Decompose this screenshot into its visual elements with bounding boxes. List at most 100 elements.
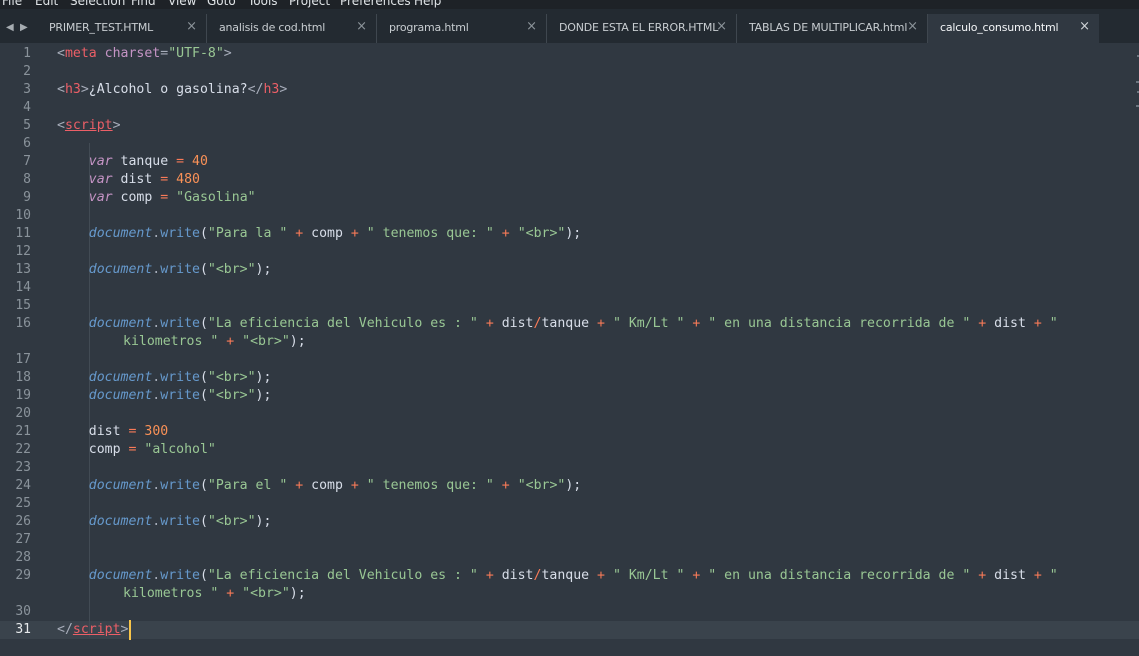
token: ); (565, 478, 582, 493)
close-icon[interactable]: × (716, 19, 727, 34)
token: document (88, 478, 153, 493)
token: 300 (144, 424, 169, 439)
token: + (1033, 568, 1042, 583)
token: write (160, 262, 200, 277)
token: 480 (176, 172, 200, 187)
token: = (160, 46, 169, 61)
token: dist (994, 568, 1026, 583)
menu-help[interactable]: Help (414, 0, 441, 8)
token: "Gasolina" (176, 190, 256, 205)
menu-find[interactable]: Find (131, 0, 156, 8)
tab-calculo-consumo[interactable]: calculo_consumo.html × (928, 14, 1099, 43)
token: write (160, 316, 200, 331)
token: < (57, 118, 65, 133)
token: + (692, 568, 701, 583)
token: document (88, 514, 153, 529)
token: document (88, 388, 153, 403)
token: ( (199, 514, 208, 529)
menu-project[interactable]: Project (289, 0, 330, 8)
token: ); (255, 262, 272, 277)
token: comp (120, 190, 153, 205)
close-icon[interactable]: × (356, 19, 367, 34)
menu-tools[interactable]: Tools (248, 0, 278, 8)
close-icon[interactable]: × (526, 19, 537, 34)
token: "La eficiencia del Vehiculo es : " (207, 568, 478, 583)
code-line-16: document.write("La eficiencia del Vehicu… (57, 315, 1058, 333)
menu-goto[interactable]: Goto (207, 0, 236, 8)
token: + (295, 226, 304, 241)
token: " (1049, 316, 1058, 331)
token: ¿Alcohol o gasolina? (88, 82, 248, 97)
token: + (485, 316, 494, 331)
token: write (160, 370, 200, 385)
tab-donde-esta-el-error[interactable]: DONDE ESTA EL ERROR.HTML × (547, 14, 737, 43)
code-line-29: document.write("La eficiencia del Vehicu… (57, 567, 1058, 585)
close-icon[interactable]: × (1079, 19, 1090, 34)
token: "La eficiencia del Vehiculo es : " (207, 316, 478, 331)
close-icon[interactable]: × (186, 19, 197, 34)
token: > (80, 82, 89, 97)
menu-selection[interactable]: Selection (70, 0, 125, 8)
token: document (88, 370, 153, 385)
code-line-1: <meta charset="UTF-8"> (57, 45, 232, 63)
token: dist (501, 568, 534, 583)
token: var (88, 172, 113, 187)
tab-label: TABLAS DE MULTIPLICAR.html (749, 21, 908, 34)
token: dist (120, 172, 153, 187)
token: write (160, 478, 200, 493)
code-line-24: document.write("Para el " + comp + " ten… (57, 477, 581, 495)
token: dist (88, 424, 121, 439)
token: " Km/Lt " (612, 568, 685, 583)
token: </ (57, 622, 73, 637)
token: "<br>" (517, 478, 566, 493)
menu-edit[interactable]: Edit (35, 0, 58, 8)
code-line-18: document.write("<br>"); (57, 369, 272, 387)
token: dist (501, 316, 534, 331)
code-line-3: <h3>¿Alcohol o gasolina?</h3> (57, 81, 287, 99)
token: = (160, 172, 169, 187)
token: h3 (64, 82, 81, 97)
forward-arrow-icon[interactable]: ▶ (20, 18, 28, 38)
token: + (485, 568, 494, 583)
code-line-26: document.write("<br>"); (57, 513, 272, 531)
code-line-5: <script> (57, 117, 121, 135)
menu-file[interactable]: File (2, 0, 22, 8)
token: < (57, 46, 65, 61)
token: + (295, 478, 304, 493)
token: kilometros " (123, 334, 219, 349)
code-line-31: </script> (57, 621, 128, 639)
menu-view[interactable]: View (168, 0, 196, 8)
token: comp (88, 442, 121, 457)
token: "<br>" (517, 226, 566, 241)
token: document (88, 316, 153, 331)
token: kilometros " (123, 586, 219, 601)
token: write (160, 388, 200, 403)
tab-analisis-de-cod[interactable]: analisis de cod.html × (207, 14, 377, 43)
close-icon[interactable]: × (907, 19, 918, 34)
tab-programa[interactable]: programa.html × (377, 14, 547, 43)
token: = (160, 190, 169, 205)
token: " tenemos que: " (366, 226, 494, 241)
menu-preferences[interactable]: Preferences (340, 0, 411, 8)
code-editor[interactable]: <meta charset="UTF-8"> <h3>¿Alcohol o ga… (0, 43, 1139, 656)
tab-primer-test[interactable]: PRIMER_TEST.HTML × (37, 14, 207, 43)
token: tanque (120, 154, 169, 169)
token: + (978, 568, 987, 583)
tab-label: calculo_consumo.html (940, 21, 1059, 34)
token: var (88, 190, 113, 205)
token: "UTF-8" (168, 46, 224, 61)
tab-tablas-de-multiplicar[interactable]: TABLAS DE MULTIPLICAR.html × (737, 14, 928, 43)
token: "<br>" (242, 586, 290, 601)
token: h3 (263, 82, 280, 97)
token: ); (565, 226, 582, 241)
token: "<br>" (207, 262, 256, 277)
token: + (597, 316, 605, 331)
token: tanque (541, 568, 590, 583)
token: ( (199, 316, 208, 331)
token: < (57, 82, 65, 97)
token: script (64, 118, 113, 133)
back-arrow-icon[interactable]: ◀ (6, 18, 14, 38)
token: > (223, 46, 232, 61)
tab-label: DONDE ESTA EL ERROR.HTML (559, 21, 719, 34)
token: "alcohol" (144, 442, 216, 457)
